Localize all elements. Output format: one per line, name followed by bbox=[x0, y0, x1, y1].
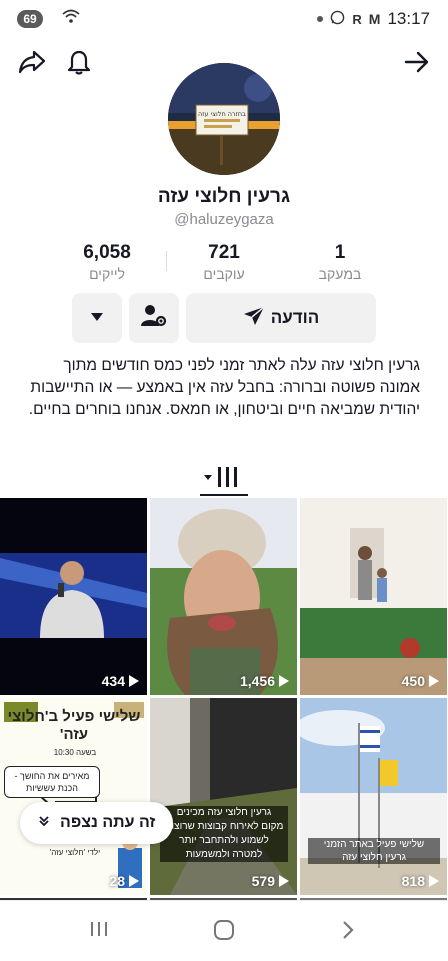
video-overlay-sub: מאירים את החושך - הכנת עששיות bbox=[4, 766, 100, 798]
user-settings-icon bbox=[140, 303, 168, 334]
video-overlay-small: בשעה 10:30 bbox=[53, 748, 97, 757]
share-icon[interactable] bbox=[15, 45, 49, 79]
status-right: R M 13:17 bbox=[317, 9, 430, 29]
video-tile[interactable]: 1,456 bbox=[150, 498, 297, 695]
status-bar: 69 R M 13:17 bbox=[0, 0, 448, 38]
battery-indicator: 69 bbox=[17, 10, 43, 28]
stat-likes: 6,058 לייקים bbox=[52, 242, 162, 282]
tab-indicator bbox=[200, 494, 248, 496]
stat-followers-value: 721 bbox=[208, 242, 240, 263]
play-icon bbox=[429, 875, 439, 887]
message-button-label: הודעה bbox=[270, 308, 320, 327]
play-icon bbox=[279, 675, 289, 687]
profile-name: גרעין חלוצי עזה bbox=[157, 186, 291, 207]
video-tile[interactable]: גרעין חלוצי עזה מכינים מקום לאירוח קבוצו… bbox=[150, 698, 297, 895]
stat-likes-value: 6,058 bbox=[83, 242, 131, 263]
double-chevron-down-icon bbox=[38, 814, 50, 832]
video-tile[interactable]: שלישי פעיל ב'חלוצי עזה' בשעה 10:30 מאירי… bbox=[0, 698, 147, 895]
send-icon bbox=[243, 305, 265, 331]
more-dropdown-button[interactable] bbox=[72, 293, 122, 343]
bell-icon[interactable] bbox=[62, 45, 96, 79]
message-button[interactable]: הודעה bbox=[186, 293, 376, 343]
view-count: 579 bbox=[252, 873, 289, 889]
stat-divider bbox=[166, 251, 167, 271]
profile-bio: גרעין חלוצי עזה עלה לאתר זמני לפני כמס ח… bbox=[28, 357, 420, 418]
add-friend-button[interactable] bbox=[129, 293, 179, 343]
back-icon[interactable] bbox=[340, 919, 356, 947]
view-count: 434 bbox=[102, 673, 139, 689]
recent-apps-icon[interactable] bbox=[88, 919, 110, 945]
system-nav-bar bbox=[0, 900, 448, 961]
clock: 13:17 bbox=[387, 9, 430, 28]
video-tile[interactable]: 450 bbox=[300, 498, 447, 695]
play-icon bbox=[129, 675, 139, 687]
wifi-icon bbox=[62, 9, 80, 27]
play-icon bbox=[279, 875, 289, 887]
stat-likes-label: לייקים bbox=[89, 266, 125, 282]
view-count: 1,456 bbox=[240, 673, 289, 689]
stat-following[interactable]: 1 במעקב bbox=[285, 242, 395, 282]
play-icon bbox=[129, 875, 139, 887]
whatsapp-icon bbox=[330, 10, 345, 29]
video-overlay-text: גרעין חלוצי עזה מכינים מקום לאירוח קבוצו… bbox=[160, 806, 288, 862]
gmail-icon: M bbox=[368, 11, 381, 27]
view-count: 28 bbox=[109, 873, 139, 889]
stat-following-label: במעקב bbox=[318, 266, 362, 282]
avatar-sign-text: בחזרה חלוצי עזה bbox=[198, 110, 246, 118]
stat-following-value: 1 bbox=[334, 242, 346, 263]
video-overlay-text: שלישי פעיל באתר הזמני גרעין חלוצי עזה bbox=[308, 838, 440, 864]
stat-followers-label: עוקבים bbox=[203, 266, 245, 282]
chevron-down-icon bbox=[90, 309, 104, 327]
avatar[interactable]: בחזרה חלוצי עזה bbox=[168, 63, 280, 175]
notification-dot-icon bbox=[317, 16, 324, 22]
forward-arrow-icon[interactable] bbox=[400, 45, 434, 79]
view-count: 450 bbox=[402, 673, 439, 689]
video-overlay-footer: ילדי 'חלוצי עזה' bbox=[49, 848, 101, 857]
now-watching-pill[interactable]: זה עתה נצפה bbox=[20, 802, 174, 844]
videos-tab[interactable] bbox=[202, 463, 246, 493]
play-icon bbox=[429, 675, 439, 687]
view-count: 818 bbox=[402, 873, 439, 889]
now-watching-label: זה עתה נצפה bbox=[60, 814, 156, 831]
video-overlay-title: שלישי פעיל ב'חלוצי עזה' bbox=[7, 708, 141, 743]
home-icon[interactable] bbox=[213, 919, 235, 947]
r-app-icon: R bbox=[352, 11, 362, 27]
stat-followers[interactable]: 721 עוקבים bbox=[169, 242, 279, 282]
profile-handle: @haluzeygaza bbox=[174, 211, 274, 228]
video-tile[interactable]: שלישי פעיל באתר הזמני גרעין חלוצי עזה 818 bbox=[300, 698, 447, 895]
video-tile[interactable]: 434 bbox=[0, 498, 147, 695]
